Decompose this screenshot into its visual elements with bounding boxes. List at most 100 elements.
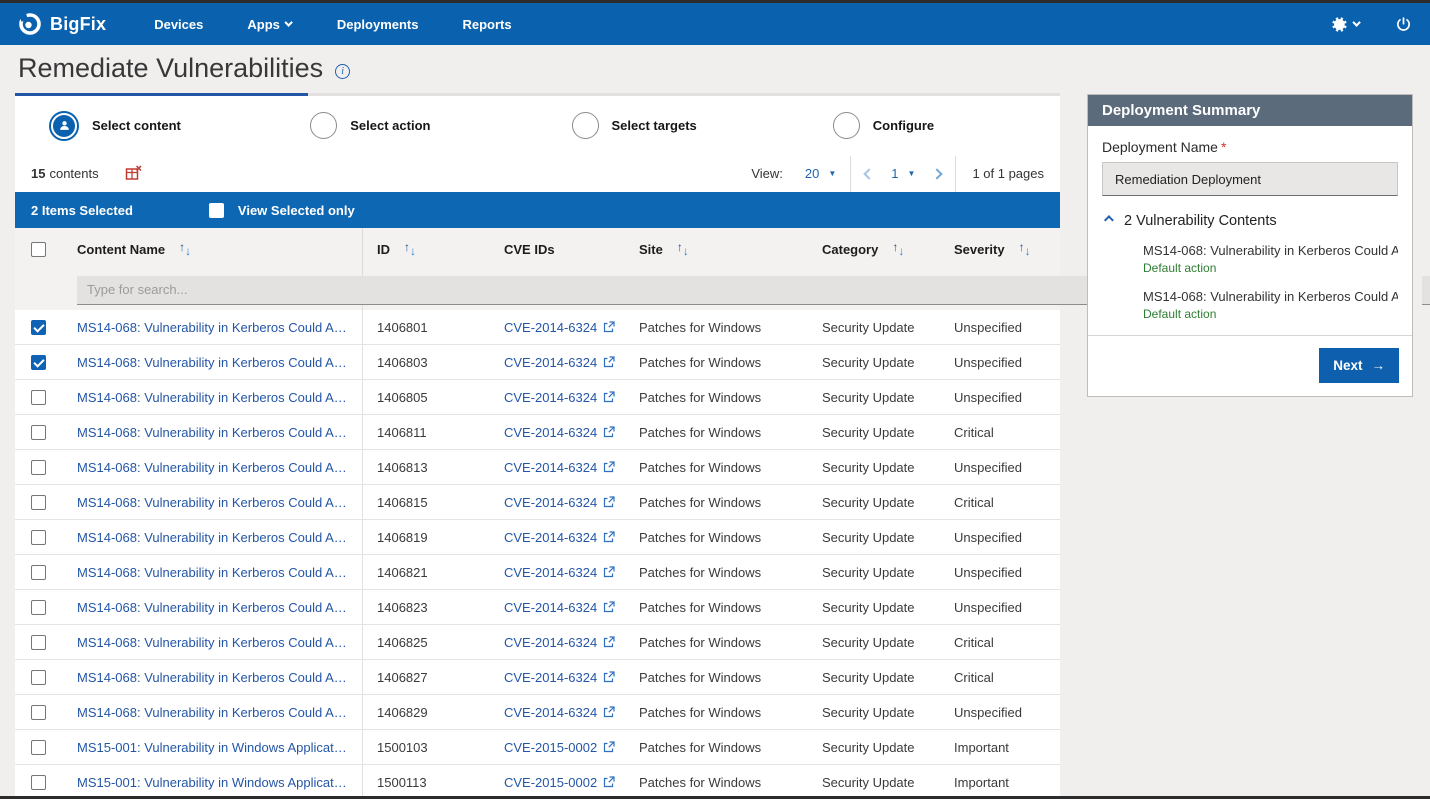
- content-name-link[interactable]: MS14-068: Vulnerability in Kerberos Coul…: [77, 320, 349, 335]
- page-header: Remediate Vulnerabilities i: [0, 45, 1430, 91]
- row-checkbox[interactable]: [31, 600, 46, 615]
- site-value: Patches for Windows: [639, 600, 761, 615]
- step-label: Select action: [350, 118, 430, 133]
- info-icon[interactable]: i: [335, 64, 350, 79]
- page-size-dropdown[interactable]: 20 ▼: [805, 166, 836, 181]
- row-checkbox[interactable]: [31, 355, 46, 370]
- cve-link[interactable]: CVE-2015-0002: [504, 775, 597, 790]
- caret-down-icon: ▼: [908, 169, 916, 178]
- content-name-link[interactable]: MS14-068: Vulnerability in Kerberos Coul…: [77, 390, 349, 405]
- clear-filters-button[interactable]: [125, 165, 142, 182]
- sort-icon[interactable]: ↑↓: [1019, 242, 1031, 256]
- bigfix-logo[interactable]: BigFix: [18, 12, 106, 36]
- nav-item-apps[interactable]: Apps: [247, 17, 293, 32]
- row-checkbox[interactable]: [31, 530, 46, 545]
- content-name-link[interactable]: MS14-068: Vulnerability in Kerberos Coul…: [77, 600, 349, 615]
- cve-link[interactable]: CVE-2014-6324: [504, 635, 597, 650]
- cve-link[interactable]: CVE-2014-6324: [504, 705, 597, 720]
- select-all-checkbox[interactable]: [31, 242, 46, 257]
- column-label: Severity: [954, 242, 1005, 257]
- column-header-severity[interactable]: Severity ↑↓: [940, 242, 1060, 257]
- content-id: 1406827: [377, 670, 428, 685]
- cve-link[interactable]: CVE-2014-6324: [504, 320, 597, 335]
- row-checkbox[interactable]: [31, 565, 46, 580]
- logout-button[interactable]: [1395, 16, 1412, 33]
- sort-icon[interactable]: ↑↓: [404, 242, 416, 256]
- step-configure[interactable]: Configure: [799, 112, 1060, 139]
- content-name-filter-input[interactable]: [77, 276, 398, 305]
- contents-header: 2 Vulnerability Contents: [1124, 213, 1277, 229]
- row-checkbox[interactable]: [31, 320, 46, 335]
- cve-link[interactable]: CVE-2014-6324: [504, 460, 597, 475]
- default-action-link[interactable]: Default action: [1143, 261, 1398, 275]
- row-checkbox[interactable]: [31, 390, 46, 405]
- table-row: MS14-068: Vulnerability in Kerberos Coul…: [15, 520, 1060, 555]
- content-name-link[interactable]: MS15-001: Vulnerability in Windows Appli…: [77, 740, 349, 755]
- row-checkbox[interactable]: [31, 495, 46, 510]
- column-header-site[interactable]: Site↑↓: [625, 242, 808, 257]
- row-checkbox[interactable]: [31, 670, 46, 685]
- content-name-link[interactable]: MS14-068: Vulnerability in Kerberos Coul…: [77, 565, 349, 580]
- nav-item-label: Reports: [463, 17, 512, 32]
- severity-value: Important: [954, 775, 1009, 790]
- row-checkbox[interactable]: [31, 775, 46, 790]
- row-checkbox[interactable]: [31, 740, 46, 755]
- sort-icon[interactable]: ↑↓: [179, 242, 191, 256]
- cve-link[interactable]: CVE-2014-6324: [504, 670, 597, 685]
- next-button[interactable]: Next →: [1319, 348, 1399, 383]
- cve-link[interactable]: CVE-2014-6324: [504, 425, 597, 440]
- cve-link[interactable]: CVE-2014-6324: [504, 600, 597, 615]
- site-value: Patches for Windows: [639, 705, 761, 720]
- view-selected-only-checkbox[interactable]: [209, 203, 224, 218]
- content-name-link[interactable]: MS15-001: Vulnerability in Windows Appli…: [77, 775, 349, 790]
- cve-link[interactable]: CVE-2014-6324: [504, 390, 597, 405]
- column-header-cve-ids[interactable]: CVE IDs: [490, 242, 625, 257]
- row-checkbox[interactable]: [31, 705, 46, 720]
- step-select-action[interactable]: Select action: [276, 112, 537, 139]
- gear-icon: [1331, 16, 1348, 33]
- window-top-edge: [0, 0, 1430, 3]
- nav-item-devices[interactable]: Devices: [154, 17, 203, 32]
- content-name-link[interactable]: MS14-068: Vulnerability in Kerberos Coul…: [77, 705, 349, 720]
- sort-icon[interactable]: ↑↓: [892, 242, 904, 256]
- content-name-link[interactable]: MS14-068: Vulnerability in Kerberos Coul…: [77, 635, 349, 650]
- content-name-link[interactable]: MS14-068: Vulnerability in Kerberos Coul…: [77, 495, 349, 510]
- external-link-icon: [603, 671, 615, 683]
- settings-menu[interactable]: [1331, 16, 1361, 33]
- next-page-button[interactable]: [932, 168, 943, 179]
- column-header-category[interactable]: Category↑↓: [808, 242, 940, 257]
- nav-item-deployments[interactable]: Deployments: [337, 17, 419, 32]
- category-value: Security Update: [822, 460, 915, 475]
- sort-icon[interactable]: ↑↓: [677, 242, 689, 256]
- content-name-link[interactable]: MS14-068: Vulnerability in Kerberos Coul…: [77, 670, 349, 685]
- summary-item-name: MS14-068: Vulnerability in Kerberos Coul…: [1143, 289, 1398, 304]
- cve-link[interactable]: CVE-2015-0002: [504, 740, 597, 755]
- cve-link[interactable]: CVE-2014-6324: [504, 565, 597, 580]
- deployment-name-input[interactable]: [1102, 162, 1398, 196]
- column-header-content-name[interactable]: Content Name↑↓: [63, 242, 363, 257]
- content-id: 1406819: [377, 530, 428, 545]
- previous-page-button[interactable]: [864, 168, 875, 179]
- step-select-content[interactable]: Select content: [15, 111, 276, 141]
- content-id: 1406813: [377, 460, 428, 475]
- content-name-link[interactable]: MS14-068: Vulnerability in Kerberos Coul…: [77, 355, 349, 370]
- cve-link[interactable]: CVE-2014-6324: [504, 495, 597, 510]
- content-name-link[interactable]: MS14-068: Vulnerability in Kerberos Coul…: [77, 530, 349, 545]
- row-checkbox[interactable]: [31, 635, 46, 650]
- content-name-link[interactable]: MS14-068: Vulnerability in Kerberos Coul…: [77, 425, 349, 440]
- row-checkbox[interactable]: [31, 425, 46, 440]
- column-header-id[interactable]: ID↑↓: [363, 242, 490, 257]
- default-action-link[interactable]: Default action: [1143, 307, 1398, 321]
- cve-link[interactable]: CVE-2014-6324: [504, 530, 597, 545]
- row-checkbox[interactable]: [31, 460, 46, 475]
- nav-item-reports[interactable]: Reports: [463, 17, 512, 32]
- cve-filter-input[interactable]: [1422, 276, 1430, 305]
- contents-collapse-toggle[interactable]: 2 Vulnerability Contents: [1104, 213, 1398, 229]
- step-select-targets[interactable]: Select targets: [538, 112, 799, 139]
- content-id: 1406815: [377, 495, 428, 510]
- page-number-dropdown[interactable]: 1 ▼: [891, 166, 915, 181]
- cve-link[interactable]: CVE-2014-6324: [504, 355, 597, 370]
- category-value: Security Update: [822, 635, 915, 650]
- content-name-link[interactable]: MS14-068: Vulnerability in Kerberos Coul…: [77, 460, 349, 475]
- severity-value: Unspecified: [954, 600, 1022, 615]
